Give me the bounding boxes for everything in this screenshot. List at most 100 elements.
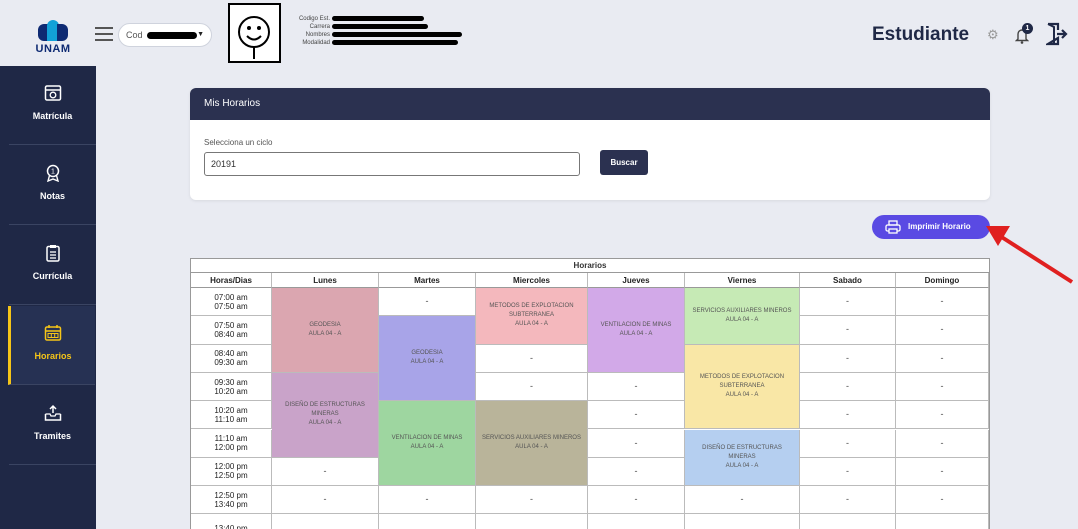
course-block[interactable]: METODOS DE EXPLOTACION SUBTERRANEA AULA 0… [476,288,588,345]
empty-slot [272,514,379,529]
sidebar-item-label: Notas [39,191,65,201]
time-slot: 07:50 am 08:40 am [191,316,272,345]
course-name: GEODESIA [411,350,443,357]
sidebar-item-label: Currícula [32,271,73,281]
course-block[interactable]: GEODESIA AULA 04 - A [379,316,476,402]
empty-slot: - [476,372,588,402]
time-slot: 10:20 am 11:10 am [191,401,272,430]
svg-text:1: 1 [51,169,55,176]
course-name: METODOS DE EXPLOTACION SUBTERRANEA [699,374,785,390]
mis-horarios-panel: Mis Horarios Selecciona un ciclo Buscar [190,88,990,200]
panel-title: Mis Horarios [190,88,990,120]
redacted-code [147,32,198,40]
unam-logo-mark [38,20,68,42]
gear-icon[interactable]: ⚙ [987,27,999,43]
calendar-icon [44,325,62,341]
time-slot: 11:10 am 12:00 pm [191,429,272,458]
empty-slot: - [896,401,989,430]
time-slot: 08:40 am 09:30 am [191,344,272,373]
empty-slot [800,514,896,529]
course-name: METODOS DE EXPLOTACION SUBTERRANEA [489,303,574,319]
empty-slot: - [272,457,379,487]
empty-slot: - [896,316,989,345]
course-name: VENTILACION DE MINAS [391,435,463,442]
logout-icon[interactable] [1044,22,1068,51]
course-block[interactable]: DISEÑO DE ESTRUCTURAS MINERAS AULA 04 - A [272,372,379,458]
empty-slot [588,514,685,529]
time-slot: 09:30 am 10:20 am [191,372,272,402]
cod-label: Cod [126,30,143,40]
empty-slot: - [896,457,989,487]
column-header: Miercoles [476,273,588,288]
ciclo-input[interactable] [204,152,580,176]
course-room: AULA 04 - A [308,330,342,337]
annotation-arrow [986,226,1074,284]
course-name: GEODESIA [309,321,341,328]
course-block[interactable]: GEODESIA AULA 04 - A [272,288,379,373]
column-header: Domingo [896,273,989,288]
search-button[interactable]: Buscar [600,150,648,175]
top-bar: UNAM Cod ▼ Codigo Est. Carrera Nombres M… [0,0,1078,66]
info-label: Carrera [309,24,330,30]
redacted-value [332,15,424,21]
column-header: Viernes [685,273,800,288]
sidebar-item-label: Horarios [34,351,72,361]
empty-slot: - [800,288,896,317]
course-room: AULA 04 - A [410,444,444,451]
info-row: Carrera [290,23,470,31]
course-name: DISEÑO DE ESTRUCTURAS MINERAS [702,444,782,460]
sidebar-item-label: Matrícula [32,111,73,121]
empty-slot: - [800,401,896,430]
column-header: Martes [379,273,476,288]
empty-slot: - [896,486,989,515]
time-slot: 13:40 pm [191,514,272,529]
notification-badge: 1 [1022,23,1033,34]
empty-slot: - [800,372,896,402]
sidebar-item-tramites[interactable]: Tramites [9,386,96,465]
time-slot: 12:50 pm 13:40 pm [191,486,272,515]
info-label: Codigo Est. [298,16,330,22]
unam-logo[interactable]: UNAM [32,20,74,62]
ciclo-label: Selecciona un ciclo [204,138,273,147]
cod-select[interactable]: Cod ▼ [118,23,212,47]
empty-slot [896,514,989,529]
course-block[interactable]: VENTILACION DE MINAS AULA 04 - A [379,401,476,487]
bell-icon[interactable]: 1 [1014,23,1033,44]
print-button-label: Imprimir Horario [908,222,971,231]
sidebar-item-notas[interactable]: 1 Notas [9,146,96,225]
course-block[interactable]: VENTILACION DE MINAS AULA 04 - A [588,288,685,373]
student-photo [228,3,281,63]
empty-slot: - [588,401,685,430]
empty-slot: - [588,429,685,458]
info-label: Modalidad [302,40,330,46]
empty-slot: - [800,316,896,345]
empty-slot: - [800,457,896,487]
empty-slot [685,514,800,529]
empty-slot: - [800,344,896,373]
course-block[interactable]: METODOS DE EXPLOTACION SUBTERRANEA AULA 0… [685,344,800,430]
course-block[interactable]: SERVICIOS AUXILIARES MINEROS AULA 04 - A [685,288,800,345]
empty-slot: - [588,457,685,487]
info-label: Nombres [305,32,330,38]
course-block[interactable]: SERVICIOS AUXILIARES MINEROS AULA 04 - A [476,401,588,487]
empty-slot: - [588,372,685,402]
print-schedule-button[interactable]: Imprimir Horario [872,215,990,239]
empty-slot: - [896,288,989,317]
sidebar-item-matricula[interactable]: Matrícula [9,66,96,145]
empty-slot: - [476,344,588,373]
empty-slot: - [800,429,896,458]
course-block[interactable]: DISEÑO DE ESTRUCTURAS MINERAS AULA 04 - A [685,429,800,487]
empty-slot: - [272,486,379,515]
schedule-table: Horarios Horas/Dias Lunes Martes Miercoles J… [190,258,990,529]
sidebar-item-curricula[interactable]: Currícula [9,226,96,305]
course-room: AULA 04 - A [725,316,759,323]
column-header: Jueves [588,273,685,288]
logo-text: UNAM [35,43,71,55]
menu-toggle-icon[interactable] [95,27,113,41]
column-header: Horas/Dias [191,273,272,288]
redacted-value [332,23,428,29]
empty-slot: - [800,486,896,515]
sidebar-item-horarios[interactable]: Horarios [8,306,95,385]
column-header: Sabado [800,273,896,288]
empty-slot: - [588,486,685,515]
